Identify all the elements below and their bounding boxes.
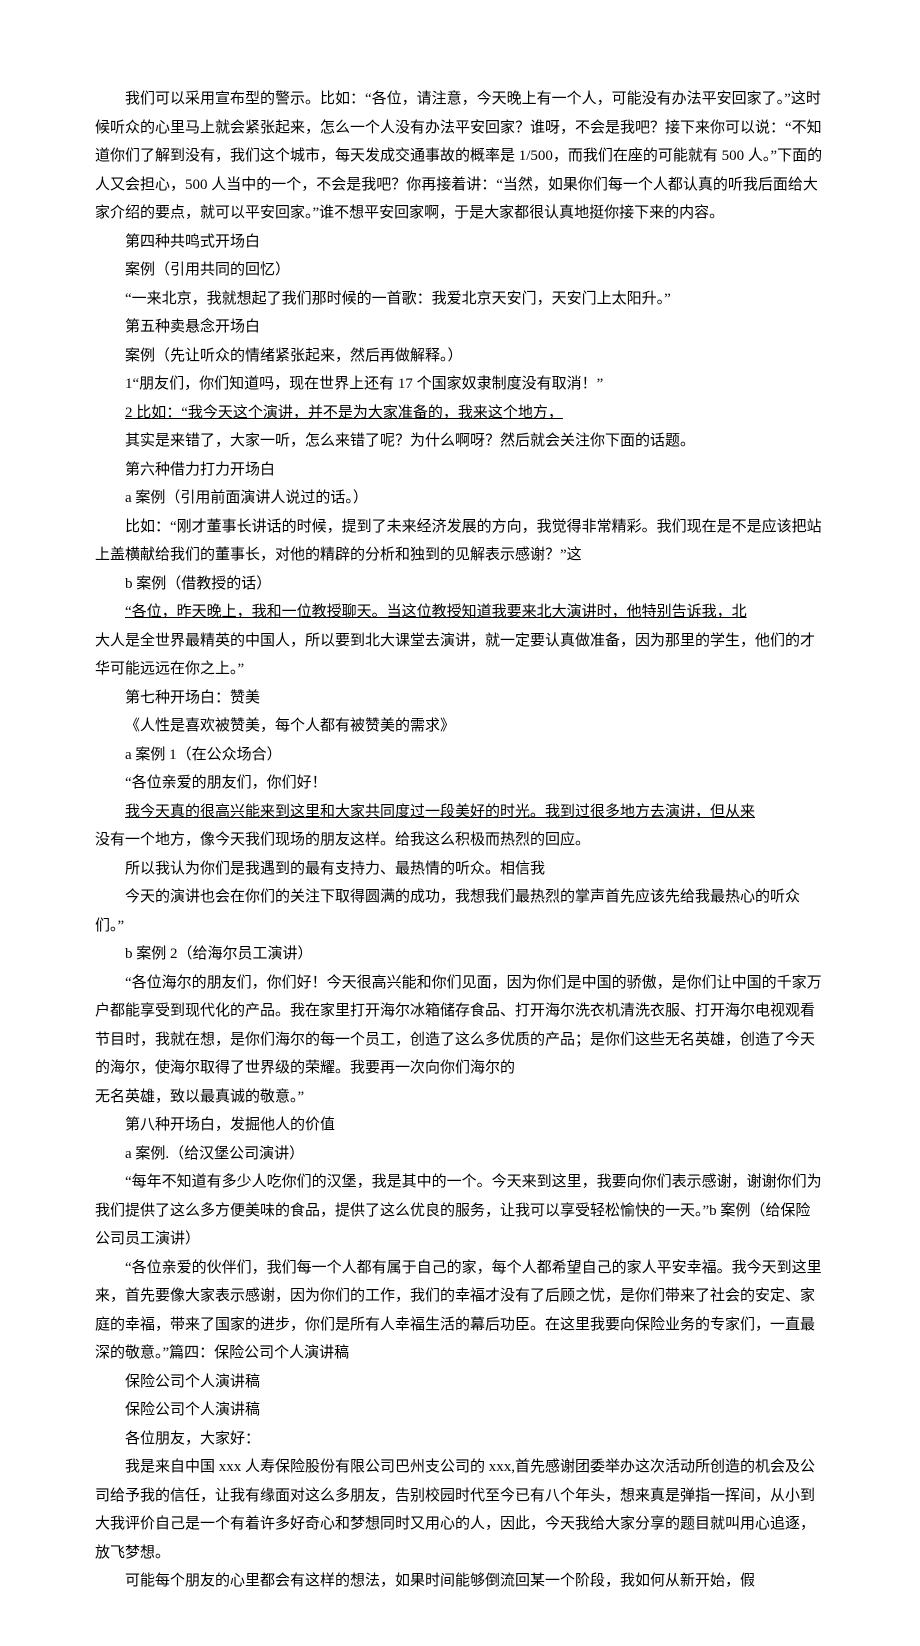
paragraph: “各位，昨天晚上，我和一位教授聊天。当这位教授知道我要来北大演讲时，他特别告诉我… <box>95 598 825 627</box>
paragraph: b 案例（借教授的话） <box>95 570 825 599</box>
document-body: 我们可以采用宣布型的警示。比如：“各位，请注意，今天晚上有一个人，可能没有办法平… <box>95 85 825 1596</box>
paragraph: 保险公司个人演讲稿 <box>95 1396 825 1425</box>
paragraph: 所以我认为你们是我遇到的最有支持力、最热情的听众。相信我 <box>95 855 825 884</box>
paragraph: 我是来自中国 xxx 人寿保险股份有限公司巴州支公司的 xxx,首先感谢团委举办… <box>95 1453 825 1567</box>
paragraph: 可能每个朋友的心里都会有这样的想法，如果时间能够倒流回某一个阶段，我如何从新开始… <box>95 1567 825 1596</box>
paragraph: 第七种开场白：赞美 <box>95 684 825 713</box>
paragraph: 2 比如：“我今天这个演讲，并不是为大家准备的，我来这个地方， <box>95 399 825 428</box>
paragraph: 案例（引用共同的回忆） <box>95 256 825 285</box>
paragraph: 无名英雄，致以最真诚的敬意。” <box>95 1083 825 1112</box>
paragraph: 保险公司个人演讲稿 <box>95 1368 825 1397</box>
paragraph: a 案例 1（在公众场合） <box>95 741 825 770</box>
paragraph: b 案例 2（给海尔员工演讲） <box>95 940 825 969</box>
paragraph: 我们可以采用宣布型的警示。比如：“各位，请注意，今天晚上有一个人，可能没有办法平… <box>95 85 825 228</box>
paragraph: 1“朋友们，你们知道吗，现在世界上还有 17 个国家奴隶制度没有取消！” <box>95 370 825 399</box>
paragraph: 第八种开场白，发掘他人的价值 <box>95 1111 825 1140</box>
paragraph: 大人是全世界最精英的中国人，所以要到北大课堂去演讲，就一定要认真做准备，因为那里… <box>95 627 825 684</box>
paragraph: 各位朋友，大家好： <box>95 1425 825 1454</box>
paragraph: “各位海尔的朋友们，你们好！今天很高兴能和你们见面，因为你们是中国的骄傲，是你们… <box>95 969 825 1083</box>
paragraph: 第六种借力打力开场白 <box>95 456 825 485</box>
paragraph: “每年不知道有多少人吃你们的汉堡，我是其中的一个。今天来到这里，我要向你们表示感… <box>95 1168 825 1254</box>
paragraph: 我今天真的很高兴能来到这里和大家共同度过一段美好的时光。我到过很多地方去演讲，但… <box>95 798 825 827</box>
paragraph: 比如：“刚才董事长讲话的时候，提到了未来经济发展的方向，我觉得非常精彩。我们现在… <box>95 513 825 570</box>
paragraph: “各位亲爱的朋友们，你们好！ <box>95 769 825 798</box>
paragraph: 案例（先让听众的情绪紧张起来，然后再做解释。） <box>95 342 825 371</box>
paragraph: 第四种共鸣式开场白 <box>95 228 825 257</box>
paragraph: 第五种卖悬念开场白 <box>95 313 825 342</box>
paragraph: a 案例.（给汉堡公司演讲） <box>95 1140 825 1169</box>
paragraph: 其实是来错了，大家一听，怎么来错了呢？为什么啊呀？然后就会关注你下面的话题。 <box>95 427 825 456</box>
paragraph: 今天的演讲也会在你们的关注下取得圆满的成功，我想我们最热烈的掌声首先应该先给我最… <box>95 883 825 940</box>
paragraph: a 案例（引用前面演讲人说过的话。） <box>95 484 825 513</box>
paragraph: “一来北京，我就想起了我们那时候的一首歌：我爱北京天安门，天安门上太阳升。” <box>95 285 825 314</box>
paragraph: 没有一个地方，像今天我们现场的朋友这样。给我这么积极而热烈的回应。 <box>95 826 825 855</box>
paragraph: “各位亲爱的伙伴们，我们每一个人都有属于自己的家，每个人都希望自己的家人平安幸福… <box>95 1254 825 1368</box>
paragraph: 《人性是喜欢被赞美，每个人都有被赞美的需求》 <box>95 712 825 741</box>
